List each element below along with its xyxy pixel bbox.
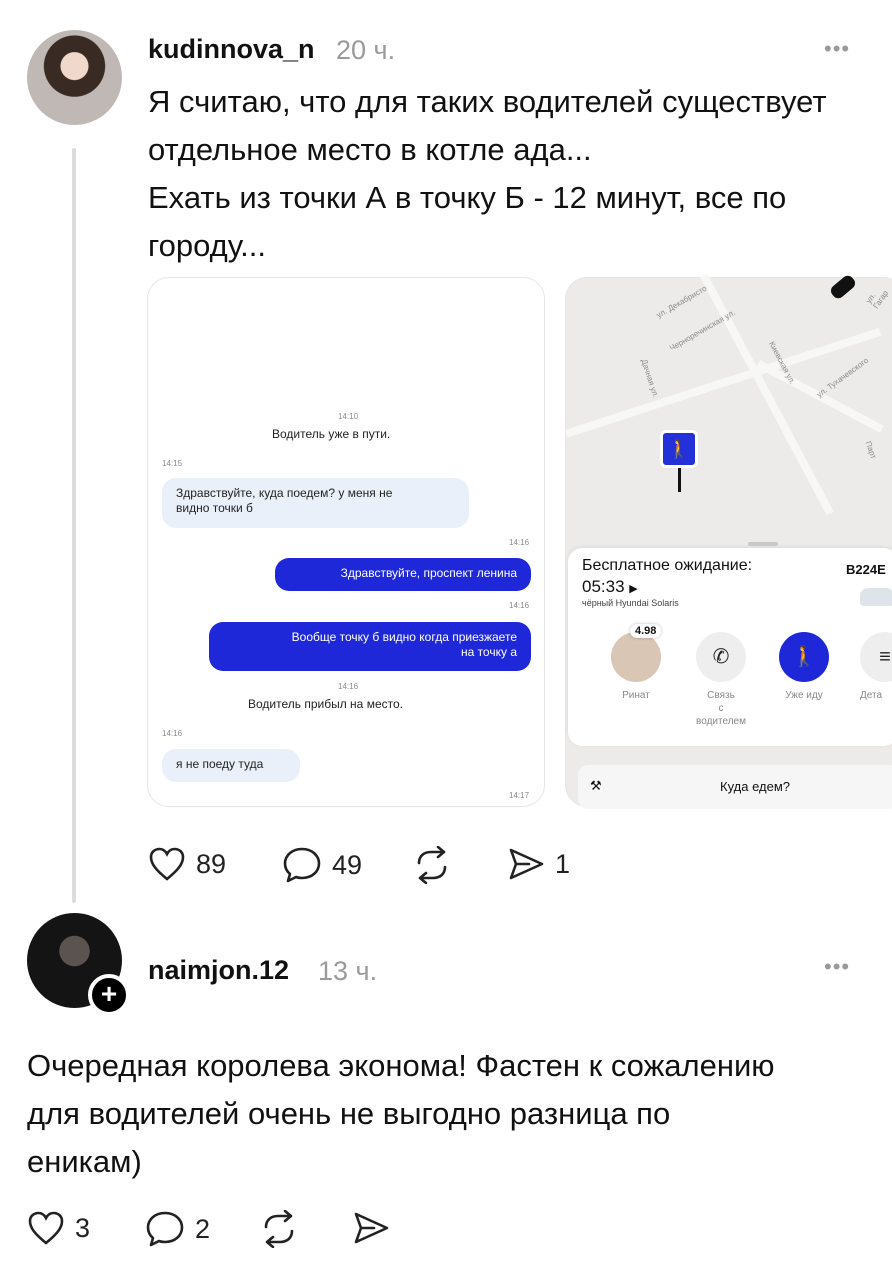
repost-button[interactable] <box>260 1210 298 1248</box>
send-icon <box>509 848 544 880</box>
comment-button[interactable]: 49 <box>282 846 362 884</box>
comment-button[interactable]: 2 <box>145 1210 210 1248</box>
wait-timer-value: 05:33 <box>582 577 625 596</box>
sheet-handle[interactable] <box>748 542 778 546</box>
license-plate: В224Е <box>846 562 886 577</box>
share-button[interactable] <box>352 1210 390 1246</box>
walking-icon: 🚶 <box>791 646 817 668</box>
contact-driver-label: Связь с водителем <box>686 689 756 728</box>
timestamp: 14:16 <box>509 538 530 547</box>
post-text-line: для водителей очень не выгодно разница п… <box>27 1096 671 1131</box>
comment-icon <box>146 1211 184 1247</box>
details-label: Дета <box>860 690 883 701</box>
chat-screenshot-image[interactable] <box>147 277 545 807</box>
pedestrian-pin-icon: 🚶 <box>660 430 698 468</box>
chat-phone-icon: ✆ <box>712 646 730 668</box>
pin-stick <box>678 468 681 492</box>
where-to-label: Куда едем? <box>720 779 790 794</box>
driver-name: Ринат <box>622 690 650 701</box>
post-text: Я считаю, что для таких водителей сущест… <box>148 78 827 270</box>
driver-rating: 4.98 <box>630 624 662 638</box>
comment-count: 2 <box>195 1213 211 1244</box>
post-time: 13 ч. <box>318 956 378 986</box>
timestamp: 14:10 <box>338 412 359 421</box>
post-text: Очередная королева эконома! Фастен к сож… <box>27 1042 775 1186</box>
repost-icon <box>417 846 447 884</box>
send-icon <box>354 1212 389 1244</box>
repost-icon <box>264 1210 294 1248</box>
contact-label-line: Связь <box>707 690 735 701</box>
timestamp: 14:17 <box>509 791 530 800</box>
avatar[interactable] <box>27 30 122 125</box>
timestamp: 14:16 <box>338 682 359 691</box>
outgoing-message: Здравствуйте, проспект ленина <box>275 558 531 591</box>
wait-timer: 05:33 ▶ <box>582 577 638 597</box>
route-icon: ⚒ <box>590 778 602 793</box>
free-wait-label: Бесплатное ожидание: <box>582 557 753 574</box>
contact-label-line: водителем <box>696 716 746 727</box>
message-line: на точку а <box>460 645 517 659</box>
more-icon[interactable]: ••• <box>824 36 850 62</box>
like-button[interactable]: 89 <box>148 846 226 882</box>
like-button[interactable]: 3 <box>27 1210 90 1246</box>
share-count: 1 <box>555 848 571 879</box>
post-time: 20 ч. <box>336 35 396 65</box>
post-text-line: Я считаю, что для таких водителей сущест… <box>148 84 827 119</box>
repost-button[interactable] <box>413 846 451 884</box>
timer-arrow-icon: ▶ <box>629 583 638 595</box>
car-model: чёрный Hyundai Solaris <box>582 598 679 608</box>
follow-plus-icon[interactable]: + <box>88 974 130 1016</box>
menu-icon: ≡ <box>879 646 891 668</box>
timestamp: 14:15 <box>162 459 183 468</box>
post-text-line: городу... <box>148 228 266 263</box>
post-username[interactable]: naimjon.12 <box>148 955 289 986</box>
post-text-line: Ехать из точки А в точку Б - 12 минут, в… <box>148 180 787 215</box>
post-username[interactable]: kudinnova_n <box>148 34 315 65</box>
comment-icon <box>283 847 321 883</box>
car-image <box>860 588 892 606</box>
comment-count: 49 <box>332 849 363 880</box>
like-count: 3 <box>75 1212 91 1243</box>
incoming-message: я не поеду туда <box>162 749 300 782</box>
message-line: Вообще точку б видно когда приезжаете <box>291 630 517 644</box>
going-label: Уже иду <box>785 690 823 701</box>
post-text-line: еникам) <box>27 1144 142 1179</box>
system-message: Водитель уже в пути. <box>272 427 391 441</box>
system-message: Водитель прибыл на место. <box>248 697 403 711</box>
post-text-line: Очередная королева эконома! Фастен к сож… <box>27 1048 775 1083</box>
contact-label-line: с <box>718 703 724 714</box>
heart-icon <box>28 1211 64 1245</box>
contact-driver-button[interactable]: ✆ <box>696 632 746 682</box>
share-button[interactable]: 1 <box>507 846 570 882</box>
outgoing-message: Вообще точку б видно когда приезжаете на… <box>209 622 531 671</box>
message-line: видно точки б <box>176 501 253 515</box>
post-text-line: отдельное место в котле ада... <box>148 132 592 167</box>
more-icon[interactable]: ••• <box>824 954 850 980</box>
like-count: 89 <box>196 848 227 879</box>
message-line: Здравствуйте, куда поедем? у меня не <box>176 486 393 500</box>
thread-line <box>72 148 76 903</box>
timestamp: 14:16 <box>509 601 530 610</box>
driver-avatar[interactable] <box>611 632 661 682</box>
timestamp: 14:16 <box>162 729 183 738</box>
heart-icon <box>149 847 185 881</box>
incoming-message: Здравствуйте, куда поедем? у меня не вид… <box>162 478 469 528</box>
going-button[interactable]: 🚶 <box>779 632 829 682</box>
